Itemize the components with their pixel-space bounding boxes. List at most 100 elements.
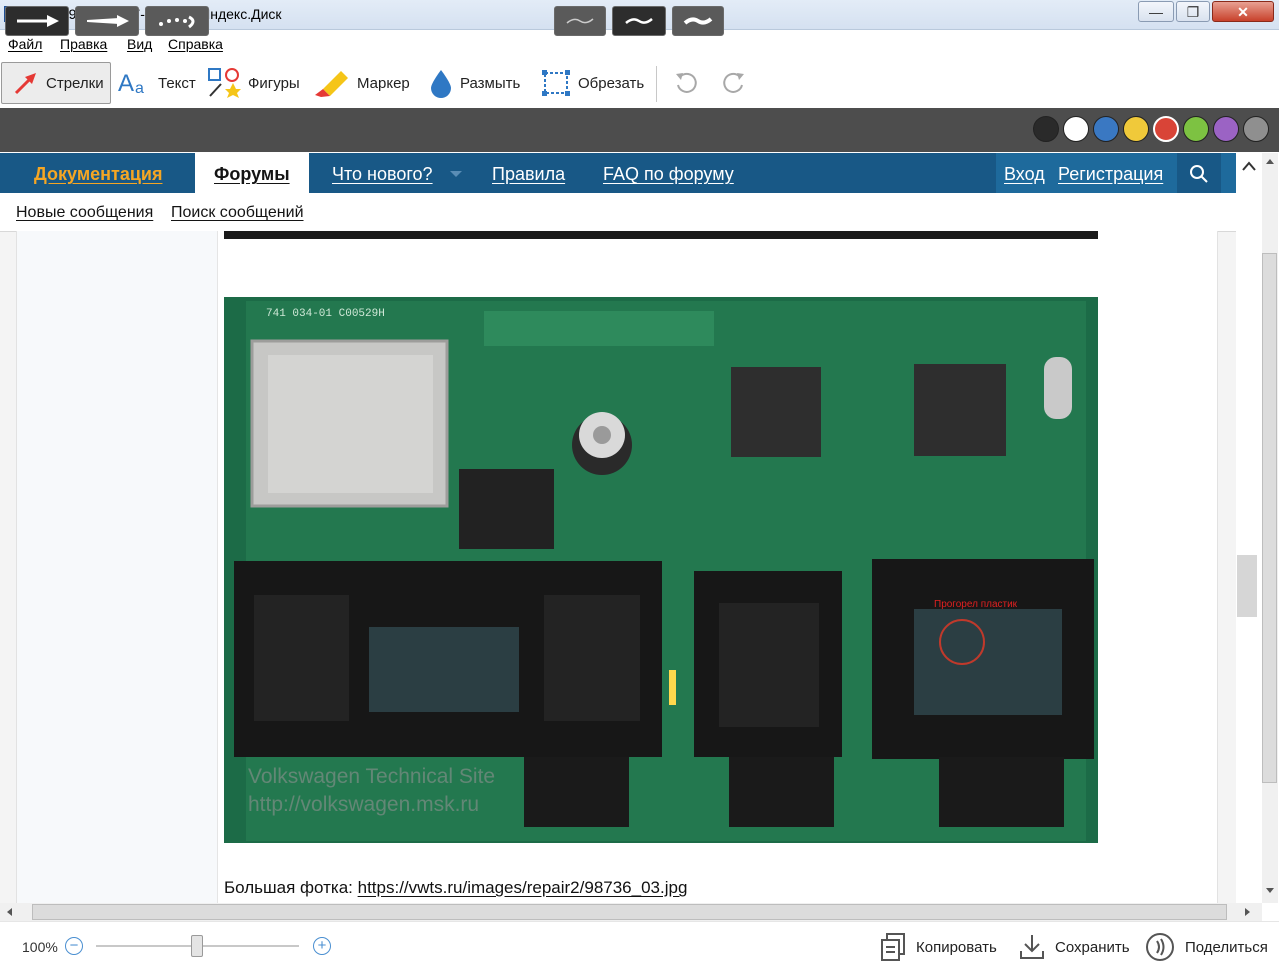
post-content: 741 034-01 C00529H Прогорел пластик Volk…	[16, 231, 1218, 903]
forum-nav: Документация Форумы Что нового? Правила …	[0, 153, 1236, 193]
arrow-style-dotted[interactable]	[145, 6, 209, 36]
menu-view[interactable]: Вид	[127, 36, 152, 52]
zoom-in-button[interactable]: +	[313, 937, 331, 955]
previous-photo-edge	[224, 231, 1098, 239]
color-swatch[interactable]	[1243, 116, 1269, 142]
shapes-tool-label: Фигуры	[248, 74, 300, 92]
nav-whats-new[interactable]: Что нового?	[332, 164, 433, 185]
text-tool[interactable]: Aa Текст	[118, 62, 196, 104]
share-icon	[1146, 933, 1174, 961]
close-button[interactable]: ✕	[1212, 1, 1274, 22]
text-tool-label: Текст	[158, 74, 196, 92]
marker-tool-label: Маркер	[357, 74, 410, 92]
arrows-tool[interactable]: Стрелки	[1, 62, 111, 104]
tapered-arrow-icon	[87, 15, 129, 27]
large-photo-link[interactable]: https://vwts.ru/images/repair2/98736_03.…	[358, 878, 688, 897]
color-swatch[interactable]	[1183, 116, 1209, 142]
copy-button[interactable]: Копировать	[880, 932, 997, 962]
caption-label: Большая фотка:	[224, 878, 358, 897]
nav-register[interactable]: Регистрация	[1058, 164, 1163, 185]
blur-tool-label: Размыть	[460, 74, 521, 92]
copy-label: Копировать	[916, 938, 997, 956]
color-swatch[interactable]	[1123, 116, 1149, 142]
image-viewport: Документация Форумы Что нового? Правила …	[0, 153, 1236, 903]
stroke-thick[interactable]	[672, 6, 724, 36]
stroke-medium[interactable]	[612, 6, 666, 36]
color-swatch[interactable]	[1093, 116, 1119, 142]
vertical-scroll-thumb[interactable]	[1262, 253, 1277, 783]
nav-faq[interactable]: FAQ по форуму	[603, 164, 734, 185]
arrows-tool-label: Стрелки	[46, 74, 104, 92]
redo-icon[interactable]	[721, 70, 747, 96]
outer-scroll-thumb[interactable]	[1237, 555, 1257, 617]
arrow-style-straight[interactable]	[5, 6, 69, 36]
color-swatch[interactable]	[1153, 116, 1179, 142]
zoom-level: 100%	[22, 939, 58, 955]
crop-tool[interactable]: Обрезать	[540, 62, 644, 104]
drop-icon	[431, 70, 451, 98]
tools-toolbar: Стрелки Aa Текст Фигуры Маркер Размыть О…	[0, 58, 1279, 108]
horizontal-scroll-thumb[interactable]	[32, 904, 1227, 920]
stroke-thin[interactable]	[554, 6, 606, 36]
save-label: Сохранить	[1055, 938, 1130, 956]
search-posts-link[interactable]: Поиск сообщений	[171, 204, 304, 222]
search-button[interactable]	[1177, 153, 1221, 193]
color-swatch[interactable]	[1033, 116, 1059, 142]
nav-docs[interactable]: Документация	[34, 164, 162, 185]
svg-text:a: a	[135, 80, 144, 97]
watermark-url: http://volkswagen.msk.ru	[248, 793, 479, 816]
crop-tool-label: Обрезать	[578, 74, 645, 92]
dotted-arrow-icon	[159, 15, 195, 29]
save-button[interactable]: Сохранить	[1019, 932, 1130, 962]
photo-caption: Большая фотка: https://vwts.ru/images/re…	[224, 878, 687, 898]
download-icon	[1020, 935, 1044, 959]
pcb-photo: 741 034-01 C00529H Прогорел пластик Volk…	[224, 297, 1098, 843]
minimize-button[interactable]: —	[1138, 1, 1174, 22]
forum-subnav: Новые сообщения Поиск сообщений	[0, 193, 1236, 232]
medium-line-icon	[625, 18, 653, 24]
zoom-out-button[interactable]: −	[65, 937, 83, 955]
pcb-photo-drawing: 741 034-01 C00529H Прогорел пластик Volk…	[224, 297, 1098, 843]
maximize-button[interactable]: ❐	[1176, 1, 1210, 22]
annotation-burned-plastic: Прогорел пластик	[934, 599, 1018, 610]
shapes-tool[interactable]: Фигуры	[208, 62, 300, 104]
undo-icon[interactable]	[673, 70, 699, 96]
svg-text:A: A	[118, 70, 134, 97]
scroll-up-arrow-icon[interactable]	[1264, 156, 1276, 166]
nav-rules[interactable]: Правила	[492, 164, 565, 185]
new-posts-link[interactable]: Новые сообщения	[16, 204, 153, 222]
share-button[interactable]: Поделиться	[1145, 932, 1268, 962]
straight-arrow-icon	[17, 15, 59, 27]
thin-line-icon	[566, 18, 594, 24]
menu-edit[interactable]: Правка	[60, 36, 107, 52]
pcb-code: 741 034-01 C00529H	[266, 308, 385, 320]
blur-tool[interactable]: Размыть	[428, 62, 520, 104]
text-tool-icon: Aa	[118, 70, 144, 97]
marker-tool[interactable]: Маркер	[313, 62, 410, 104]
post-author-column	[17, 231, 218, 903]
marker-tool-icon	[315, 71, 348, 97]
color-swatch[interactable]	[1213, 116, 1239, 142]
toolbar-separator	[656, 66, 657, 102]
status-bar: 100% − + Копировать Сохранить Поделиться	[0, 921, 1279, 976]
crop-icon	[542, 70, 570, 96]
shapes-tool-icon	[208, 68, 241, 98]
chevron-down-icon[interactable]	[449, 170, 463, 178]
nav-login[interactable]: Вход	[1004, 164, 1045, 185]
menu-file[interactable]: Файл	[8, 36, 42, 52]
scroll-down-arrow-icon[interactable]	[1264, 886, 1276, 896]
share-label: Поделиться	[1185, 938, 1268, 956]
menu-help[interactable]: Справка	[168, 36, 223, 52]
scroll-up-chevron-icon[interactable]	[1241, 160, 1257, 172]
watermark-title: Volkswagen Technical Site	[248, 765, 495, 788]
zoom-slider-handle[interactable]	[191, 935, 203, 957]
search-icon	[1190, 165, 1208, 183]
scroll-right-arrow-icon[interactable]	[1243, 906, 1253, 918]
nav-forums[interactable]: Форумы	[195, 153, 309, 193]
arrow-tool-icon	[14, 73, 36, 95]
arrow-style-tapered[interactable]	[75, 6, 139, 36]
thick-line-icon	[683, 17, 713, 25]
scroll-left-arrow-icon[interactable]	[4, 906, 14, 918]
copy-icon	[881, 933, 905, 961]
color-swatch[interactable]	[1063, 116, 1089, 142]
